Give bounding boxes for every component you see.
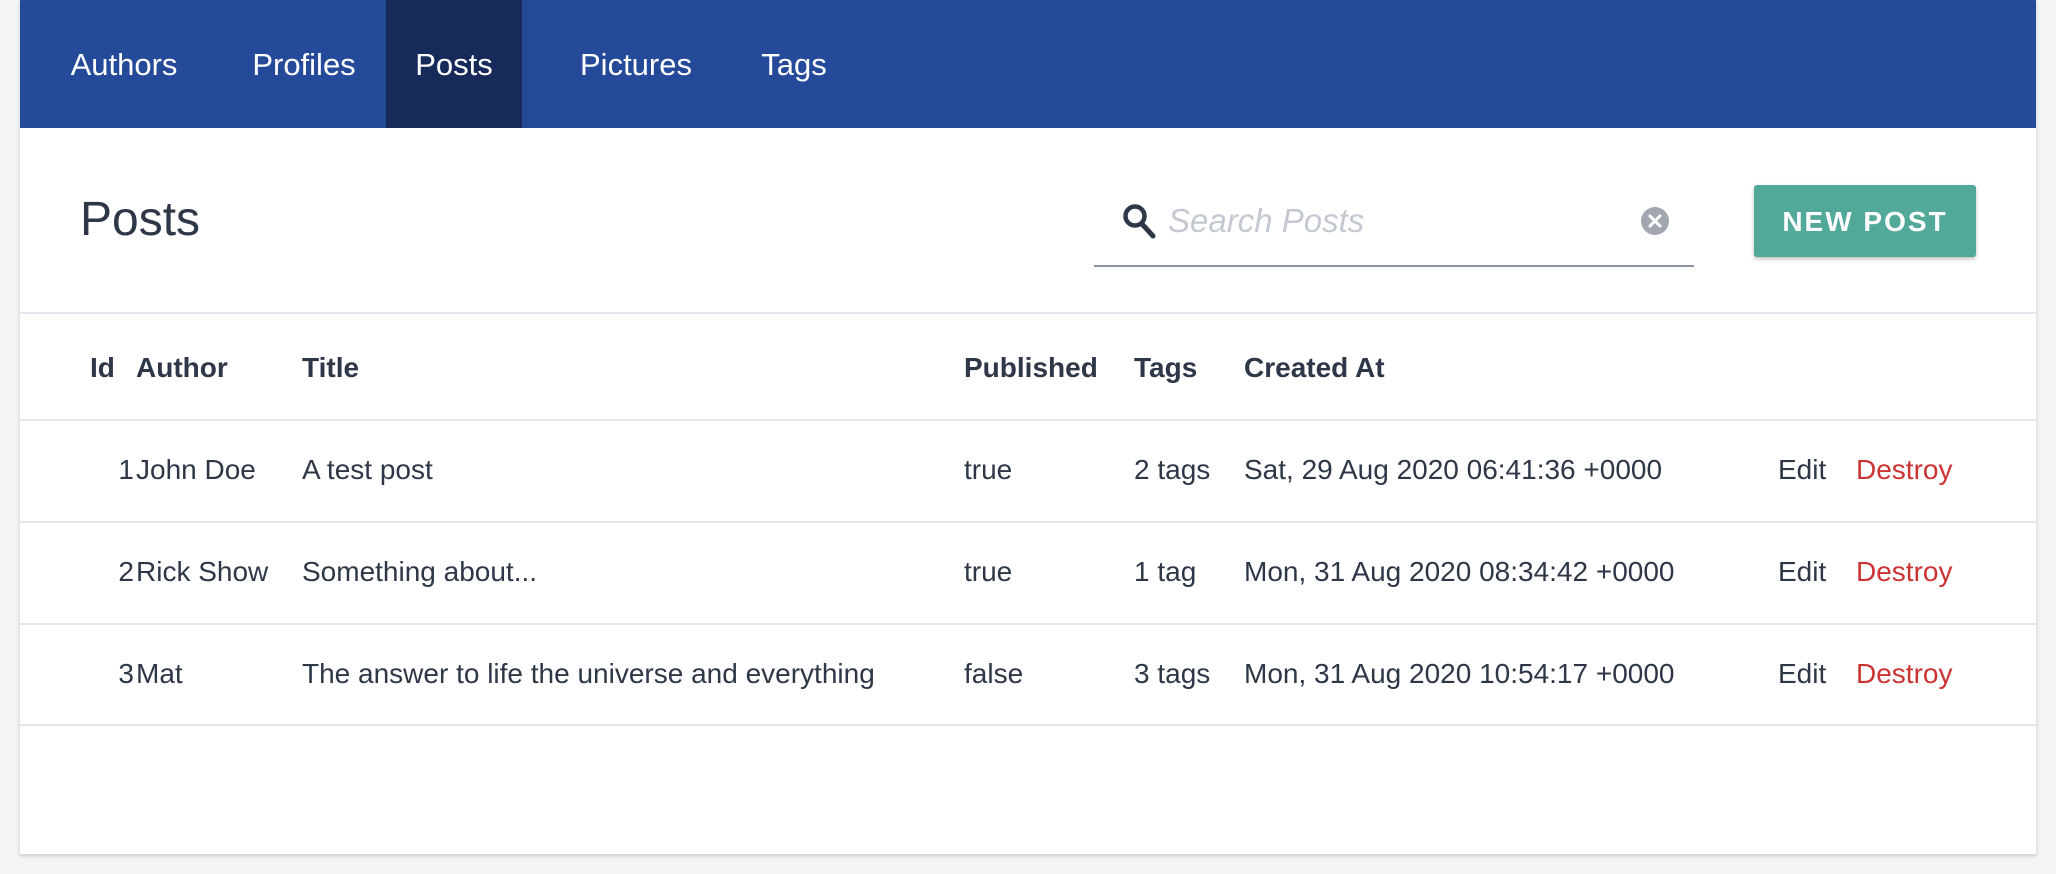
column-header-title[interactable]: Title [302,350,359,386]
main-panel: Authors Profiles Posts Pictures Tags Pos… [20,0,2036,854]
edit-link[interactable]: Edit [1778,452,1826,488]
column-header-id[interactable]: Id [90,350,115,386]
table-bottom-divider [20,724,2036,726]
row-id: 3 [118,658,134,689]
column-header-tags[interactable]: Tags [1134,350,1197,386]
clear-icon[interactable] [1640,206,1670,236]
nav-item-posts[interactable]: Posts [386,0,522,128]
table-top-divider [20,312,2036,314]
nav-item-pictures[interactable]: Pictures [556,0,716,128]
search-bar [1094,185,1694,267]
row-published: false [964,658,1024,689]
search-icon [1123,204,1156,239]
row-tags: 2 tags [1134,454,1211,485]
column-header-published[interactable]: Published [964,350,1098,386]
search-input[interactable] [1168,191,1608,251]
row-id: 2 [118,556,134,587]
row-created-at: Sat, 29 Aug 2020 06:41:36 +0000 [1244,454,1663,485]
row-title: Something about... [302,556,538,587]
row-published: true [964,556,1013,587]
row-author: John Doe [136,454,256,485]
row-tags: 1 tag [1134,556,1197,587]
column-header-created-at[interactable]: Created At [1244,350,1385,386]
page-title: Posts [80,193,201,246]
nav-item-profiles[interactable]: Profiles [224,0,384,128]
row-tags: 3 tags [1134,658,1211,689]
top-nav: Authors Profiles Posts Pictures Tags [20,0,2036,128]
edit-link[interactable]: Edit [1778,656,1826,692]
nav-item-authors[interactable]: Authors [54,0,194,128]
row-divider [20,623,2036,625]
row-id: 1 [118,454,134,485]
column-header-author[interactable]: Author [136,350,228,386]
row-created-at: Mon, 31 Aug 2020 10:54:17 +0000 [1244,658,1675,689]
row-author: Rick Show [136,556,269,587]
destroy-link[interactable]: Destroy [1856,452,1952,488]
row-author: Mat [136,658,183,689]
destroy-link[interactable]: Destroy [1856,656,1952,692]
edit-link[interactable]: Edit [1778,554,1826,590]
table-header-divider [20,419,2036,421]
new-post-button[interactable]: NEW POST [1754,185,1976,257]
row-created-at: Mon, 31 Aug 2020 08:34:42 +0000 [1244,556,1675,587]
destroy-link[interactable]: Destroy [1856,554,1952,590]
row-title: A test post [302,454,433,485]
row-published: true [964,454,1013,485]
nav-item-tags[interactable]: Tags [742,0,846,128]
row-title: The answer to life the universe and ever… [302,658,875,689]
row-divider [20,521,2036,523]
